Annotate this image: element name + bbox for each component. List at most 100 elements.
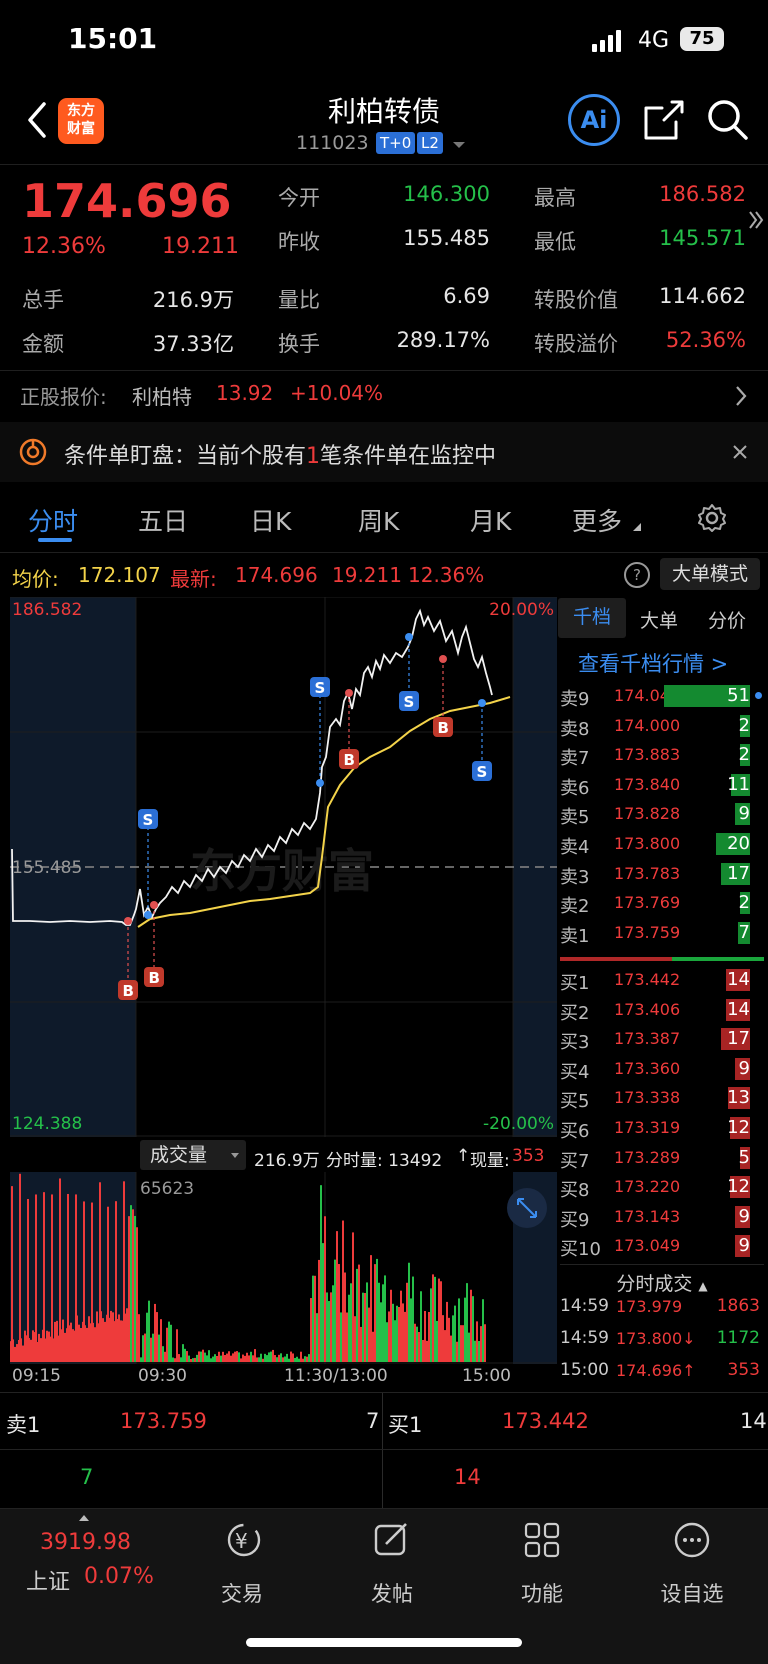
intraday-chart[interactable]: 东方财富 B B S S B S B S 186.582 155.485 124… bbox=[10, 597, 557, 1137]
bid-level-row[interactable]: 买7 173.289 5 bbox=[560, 1144, 764, 1172]
volume-bar bbox=[368, 1307, 370, 1362]
share-icon[interactable] bbox=[642, 98, 686, 142]
volume-bar bbox=[226, 1353, 228, 1362]
big-order-mode-button[interactable]: 大单模式 bbox=[660, 558, 760, 590]
ask-level-row[interactable]: 卖2 173.769 2 bbox=[560, 889, 764, 917]
notice-text: 条件单盯盘：当前个股有1笔条件单在监控中 bbox=[64, 438, 496, 470]
volume-bar bbox=[444, 1330, 446, 1362]
condition-order-notice[interactable]: 条件单盯盘：当前个股有1笔条件单在监控中 bbox=[0, 422, 768, 482]
tab-daily-k[interactable]: 日K bbox=[250, 502, 291, 538]
turnover-label: 换手 bbox=[278, 332, 320, 356]
tab-intraday[interactable]: 分时 bbox=[28, 502, 78, 538]
ask-level-row[interactable]: 卖7 173.883 2 bbox=[560, 741, 764, 769]
ask-level-row[interactable]: 卖3 173.783 17 bbox=[560, 860, 764, 888]
tab-active-indicator bbox=[38, 538, 72, 542]
volume-bar bbox=[460, 1325, 462, 1362]
volume-bar bbox=[19, 1173, 21, 1362]
volume-chart[interactable]: 65623 bbox=[10, 1172, 557, 1364]
underlying-stock-row[interactable]: 正股报价: 利柏特 13.92 +10.04% bbox=[0, 371, 768, 417]
help-icon[interactable]: ? bbox=[624, 562, 650, 588]
volume-bar bbox=[426, 1340, 428, 1362]
volume-bar bbox=[70, 1322, 72, 1362]
view-depth-link[interactable]: 查看千档行情 > bbox=[578, 648, 728, 678]
gear-icon[interactable] bbox=[696, 502, 728, 534]
ask-level-row[interactable]: 卖5 173.828 9 bbox=[560, 800, 764, 828]
level-name: 买5 bbox=[560, 1091, 590, 1113]
volume-label: 总手 bbox=[22, 288, 64, 312]
bid-level-row[interactable]: 买9 173.143 9 bbox=[560, 1203, 764, 1231]
volume-bar bbox=[206, 1355, 208, 1362]
ask-level-row[interactable]: 卖1 173.759 7 bbox=[560, 919, 764, 947]
ask-level-row[interactable]: 卖8 174.000 2 bbox=[560, 712, 764, 740]
more-dots-icon[interactable] bbox=[672, 1520, 712, 1560]
side-tab-depth[interactable]: 千档 bbox=[558, 598, 626, 638]
volume-bar bbox=[67, 1193, 69, 1362]
volume-bar bbox=[234, 1351, 236, 1362]
volume-bar bbox=[27, 1199, 29, 1362]
bid-level-row[interactable]: 买8 173.220 12 bbox=[560, 1173, 764, 1201]
volume-bar bbox=[35, 1194, 37, 1362]
volume-bar bbox=[244, 1355, 246, 1362]
trade-icon[interactable]: ¥ bbox=[222, 1520, 262, 1560]
bid-level-row[interactable]: 买5 173.338 13 bbox=[560, 1084, 764, 1112]
sell-point bbox=[405, 633, 413, 641]
level-name: 买9 bbox=[560, 1209, 590, 1231]
side-tab-big-order[interactable]: 大单 bbox=[640, 606, 678, 633]
tab-five-day[interactable]: 五日 bbox=[138, 502, 188, 538]
volume-bar bbox=[428, 1311, 430, 1362]
ask-level-row[interactable]: 卖6 173.840 11 bbox=[560, 771, 764, 799]
sell-point bbox=[316, 779, 324, 787]
volume-bar bbox=[222, 1351, 224, 1362]
nav-set-watchlist[interactable]: 设自选 bbox=[642, 1578, 742, 1608]
volume-bar bbox=[306, 1356, 308, 1362]
volume-bar bbox=[24, 1330, 26, 1362]
tab-weekly-k[interactable]: 周K bbox=[358, 502, 399, 538]
nav-functions[interactable]: 功能 bbox=[492, 1578, 592, 1608]
level-qty: 5 bbox=[738, 1146, 750, 1168]
bid-level-row[interactable]: 买10 173.049 9 bbox=[560, 1232, 764, 1260]
volume-bar bbox=[278, 1354, 280, 1362]
volume-bar bbox=[302, 1358, 304, 1362]
svg-text:S: S bbox=[477, 763, 488, 781]
tick-volume: 分时量: 13492 bbox=[326, 1151, 443, 1171]
nav-trade[interactable]: 交易 bbox=[192, 1578, 292, 1608]
close-icon[interactable] bbox=[732, 444, 748, 460]
volume-bar bbox=[370, 1255, 372, 1362]
level-name: 卖3 bbox=[560, 866, 590, 888]
side-tab-price-dist[interactable]: 分价 bbox=[708, 606, 746, 633]
nav-post[interactable]: 发帖 bbox=[342, 1578, 442, 1608]
functions-icon[interactable] bbox=[522, 1520, 562, 1560]
buy-point bbox=[345, 689, 353, 697]
bid-level-row[interactable]: 买2 173.406 14 bbox=[560, 996, 764, 1024]
bid-level-row[interactable]: 买3 173.387 17 bbox=[560, 1025, 764, 1053]
volume-bar bbox=[194, 1357, 196, 1362]
search-icon[interactable] bbox=[706, 98, 750, 142]
volume-bar bbox=[456, 1341, 458, 1362]
level-name: 买10 bbox=[560, 1239, 601, 1261]
index-value[interactable]: 3919.98 bbox=[40, 1530, 131, 1555]
ai-button[interactable]: Ai bbox=[568, 94, 620, 146]
ask-level-row[interactable]: 卖9 174.044 51 bbox=[560, 682, 764, 710]
buy-point bbox=[150, 901, 158, 909]
time-label-open: 09:15 bbox=[12, 1366, 61, 1386]
bid-level-row[interactable]: 买1 173.442 14 bbox=[560, 966, 764, 994]
volume-bar bbox=[144, 1333, 146, 1362]
volume-bar bbox=[192, 1358, 194, 1362]
tab-more[interactable]: 更多 bbox=[572, 502, 622, 538]
amount-label: 金额 bbox=[22, 332, 64, 356]
volume-bar bbox=[448, 1317, 450, 1362]
level-qty: 2 bbox=[738, 714, 750, 736]
volume-bar bbox=[242, 1354, 244, 1362]
dropdown-icon[interactable] bbox=[452, 140, 466, 150]
expand-icon[interactable] bbox=[748, 208, 764, 232]
bid-level-row[interactable]: 买6 173.319 12 bbox=[560, 1114, 764, 1142]
volume-bar bbox=[176, 1329, 178, 1362]
volume-bar bbox=[364, 1293, 366, 1362]
ask-level-row[interactable]: 卖4 173.800 20 bbox=[560, 830, 764, 858]
volume-bar bbox=[236, 1351, 238, 1362]
volume-bar bbox=[482, 1299, 484, 1362]
bid-level-row[interactable]: 买4 173.360 9 bbox=[560, 1055, 764, 1083]
volume-bar bbox=[56, 1320, 58, 1362]
tab-monthly-k[interactable]: 月K bbox=[470, 502, 511, 538]
post-icon[interactable] bbox=[372, 1520, 412, 1560]
